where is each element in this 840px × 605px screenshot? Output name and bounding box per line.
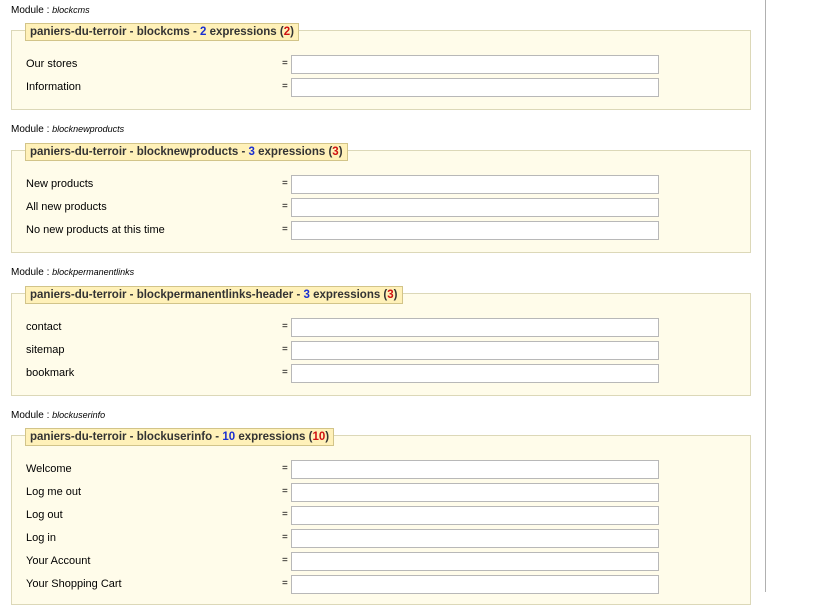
legend-title: paniers-du-terroir - blocknewproducts - (30, 146, 249, 158)
module-name: blocknewproducts (52, 124, 125, 134)
fieldset-legend: paniers-du-terroir - blockcms - 2 expres… (25, 23, 299, 41)
field-label: Information (26, 81, 82, 93)
module-label-blockcms: Module : blockcms (11, 5, 90, 16)
equals-sign: = (282, 509, 288, 520)
field-label: bookmark (26, 367, 75, 379)
translation-input[interactable] (291, 78, 659, 97)
equals-sign: = (282, 344, 288, 355)
translation-input[interactable] (291, 55, 659, 74)
field-label: Your Shopping Cart (26, 578, 122, 590)
field-label: Log in (26, 532, 56, 544)
translation-input[interactable] (291, 341, 659, 360)
fieldset-legend: paniers-du-terroir - blockpermanentlinks… (25, 286, 403, 304)
legend-title: paniers-du-terroir - blockuserinfo - (30, 431, 223, 443)
field-label: Our stores (26, 58, 78, 70)
field-label: Log out (26, 509, 63, 521)
equals-sign: = (282, 555, 288, 566)
expression-count: 10 (222, 431, 236, 443)
legend-mid: expressions ( (206, 26, 284, 38)
fieldset-blockcms: paniers-du-terroir - blockcms - 2 expres… (11, 23, 751, 110)
translation-row: Log out = (12, 506, 750, 525)
module-name: blockuserinfo (52, 410, 106, 420)
fieldset-legend: paniers-du-terroir - blockuserinfo - 10 … (25, 428, 335, 446)
equals-sign: = (282, 178, 288, 189)
translation-input[interactable] (291, 483, 659, 502)
translation-row: New products = (12, 175, 750, 194)
translation-input[interactable] (291, 529, 659, 548)
translation-row: No new products at this time = (12, 221, 750, 240)
page-right-border (765, 0, 766, 592)
module-name: blockpermanentlinks (52, 267, 135, 277)
equals-sign: = (282, 58, 288, 69)
module-name: blockcms (52, 5, 90, 15)
equals-sign: = (282, 486, 288, 497)
translation-input[interactable] (291, 364, 659, 383)
translation-input[interactable] (291, 175, 659, 194)
legend-mid: expressions ( (309, 289, 388, 301)
fieldset-legend: paniers-du-terroir - blocknewproducts - … (25, 143, 348, 161)
translation-row: Our stores = (12, 55, 750, 74)
expression-total: 10 (312, 431, 326, 443)
equals-sign: = (282, 463, 288, 474)
field-label: Welcome (26, 463, 72, 475)
module-prefix: Module : (11, 124, 53, 135)
translation-row: bookmark = (12, 364, 750, 383)
translation-row: Your Account = (12, 552, 750, 571)
translation-row: sitemap = (12, 341, 750, 360)
field-label: New products (26, 178, 94, 190)
legend-suffix: ) (290, 26, 294, 38)
translation-input[interactable] (291, 198, 659, 217)
equals-sign: = (282, 532, 288, 543)
module-prefix: Module : (11, 5, 53, 16)
module-prefix: Module : (11, 410, 53, 421)
fieldset-blockpermanentlinks: paniers-du-terroir - blockpermanentlinks… (11, 286, 751, 396)
translation-row: Information = (12, 78, 750, 97)
field-label: Log me out (26, 486, 82, 498)
equals-sign: = (282, 224, 288, 235)
translation-row: Log in = (12, 529, 750, 548)
module-label-blocknewproducts: Module : blocknewproducts (11, 124, 124, 135)
field-label: sitemap (26, 344, 65, 356)
field-label: No new products at this time (26, 224, 165, 236)
field-label: Your Account (26, 555, 91, 567)
translation-input[interactable] (291, 506, 659, 525)
field-label: All new products (26, 201, 107, 213)
legend-suffix: ) (393, 289, 398, 301)
translation-input[interactable] (291, 221, 659, 240)
fieldset-blocknewproducts: paniers-du-terroir - blocknewproducts - … (11, 143, 751, 253)
translation-row: All new products = (12, 198, 750, 217)
field-label: contact (26, 321, 62, 333)
legend-title: paniers-du-terroir - blockpermanentlinks… (30, 289, 304, 301)
equals-sign: = (282, 201, 288, 212)
module-label-blockuserinfo: Module : blockuserinfo (11, 410, 105, 421)
translation-row: Your Shopping Cart = (12, 575, 750, 594)
equals-sign: = (282, 367, 288, 378)
legend-title: paniers-du-terroir - blockcms - (30, 26, 200, 38)
module-prefix: Module : (11, 267, 53, 278)
module-label-blockpermanentlinks: Module : blockpermanentlinks (11, 267, 134, 278)
legend-mid: expressions ( (254, 146, 333, 158)
translation-input[interactable] (291, 552, 659, 571)
legend-mid: expressions ( (235, 431, 313, 443)
equals-sign: = (282, 321, 288, 332)
translation-row: Log me out = (12, 483, 750, 502)
fieldset-blockuserinfo: paniers-du-terroir - blockuserinfo - 10 … (11, 428, 751, 605)
equals-sign: = (282, 81, 288, 92)
translation-row: Welcome = (12, 460, 750, 479)
translation-row: contact = (12, 318, 750, 337)
translation-input[interactable] (291, 575, 659, 594)
legend-suffix: ) (338, 146, 343, 158)
legend-suffix: ) (325, 431, 330, 443)
equals-sign: = (282, 578, 288, 589)
translation-input[interactable] (291, 318, 659, 337)
translation-input[interactable] (291, 460, 659, 479)
